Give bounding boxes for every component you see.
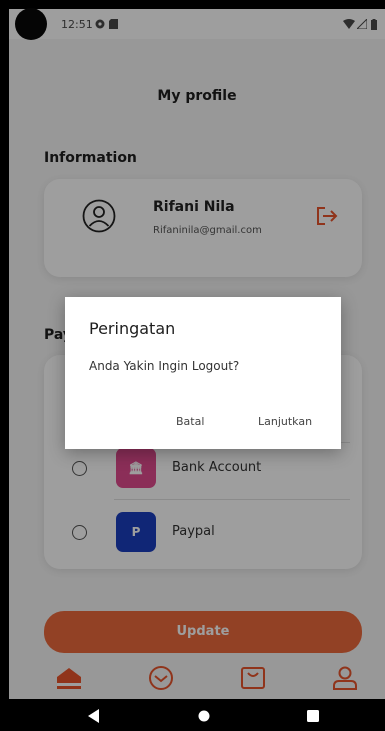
logout-dialog: Peringatan Anda Yakin Ingin Logout? Bata… [65, 297, 341, 449]
dialog-message: Anda Yakin Ingin Logout? [89, 359, 240, 373]
back-icon[interactable] [88, 709, 100, 723]
camera-cutout [15, 8, 47, 40]
confirm-logout-button[interactable]: Lanjutkan [258, 415, 312, 428]
home-button-icon[interactable] [198, 710, 210, 722]
system-nav-bar [0, 699, 385, 731]
dialog-title: Peringatan [89, 319, 176, 338]
app-screen: 12:51 My profile Information Rifani Nila… [9, 9, 385, 699]
cancel-button[interactable]: Batal [176, 415, 204, 428]
recents-icon[interactable] [307, 710, 319, 722]
